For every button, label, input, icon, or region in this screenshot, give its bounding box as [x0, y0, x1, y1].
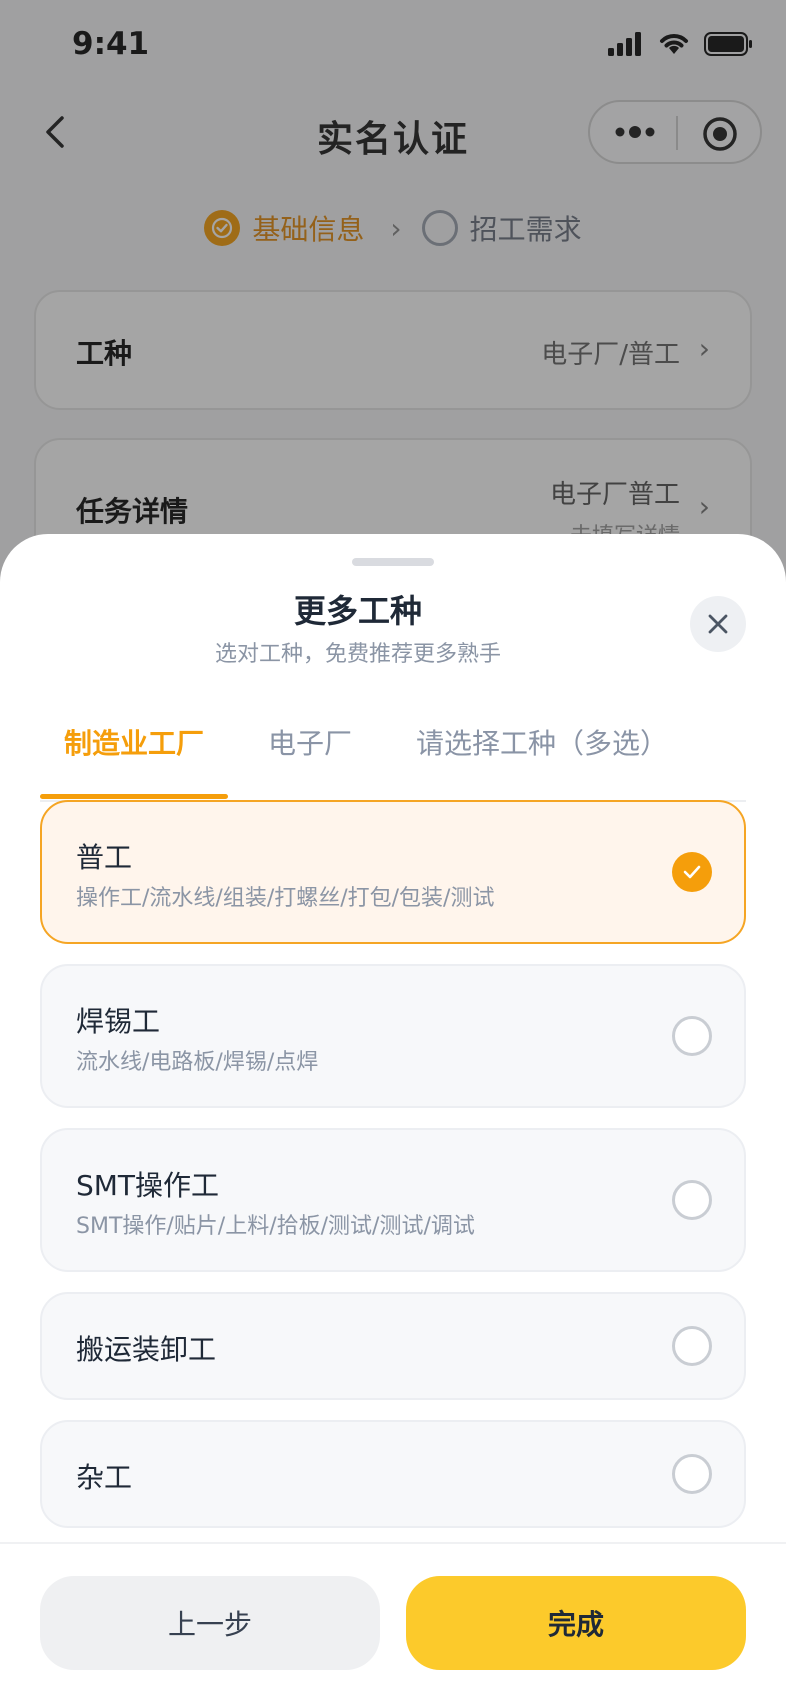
option-desc: 流水线/电路板/焊锡/点焊 — [76, 1050, 319, 1075]
close-button[interactable] — [690, 596, 746, 652]
option-porter[interactable]: 搬运装卸工 — [40, 1292, 746, 1400]
sheet-title: 更多工种 — [293, 592, 422, 630]
tab-electronics[interactable]: 电子厂 — [268, 722, 352, 762]
sheet-handle[interactable] — [352, 558, 434, 566]
sheet-subtitle: 选对工种，免费推荐更多熟手 — [214, 642, 501, 667]
option-name: SMT操作工 — [76, 1169, 220, 1202]
option-name: 普工 — [76, 841, 133, 874]
tab-select-job[interactable]: 请选择工种（多选） — [416, 722, 668, 762]
radio-icon — [672, 1016, 712, 1056]
done-button[interactable]: 完成 — [406, 1576, 746, 1670]
option-general-worker[interactable]: 普工 操作工/流水线/组装/打螺丝/打包/包装/测试 — [40, 800, 746, 944]
radio-icon — [672, 1326, 712, 1366]
tab-manufacturing[interactable]: 制造业工厂 — [64, 722, 204, 762]
check-icon — [672, 852, 712, 892]
option-desc: SMT操作/贴片/上料/拾板/测试/测试/调试 — [76, 1214, 475, 1239]
prev-step-button[interactable]: 上一步 — [40, 1576, 380, 1670]
radio-icon — [672, 1180, 712, 1220]
option-smt-operator[interactable]: SMT操作工 SMT操作/贴片/上料/拾板/测试/测试/调试 — [40, 1128, 746, 1272]
job-type-sheet: 更多工种 选对工种，免费推荐更多熟手 制造业工厂 电子厂 请选择工种（多选） 普… — [0, 534, 786, 1704]
footer-actions: 上一步 完成 — [0, 1542, 786, 1706]
tab-active-indicator — [40, 794, 228, 799]
close-icon — [708, 614, 728, 634]
category-tabs: 制造业工厂 电子厂 请选择工种（多选） — [40, 694, 746, 802]
radio-icon — [672, 1454, 712, 1494]
option-desc: 操作工/流水线/组装/打螺丝/打包/包装/测试 — [76, 886, 495, 911]
option-handyman[interactable]: 杂工 — [40, 1420, 746, 1528]
option-name: 杂工 — [76, 1461, 133, 1494]
option-name: 搬运装卸工 — [76, 1333, 217, 1366]
option-solderer[interactable]: 焊锡工 流水线/电路板/焊锡/点焊 — [40, 964, 746, 1108]
option-name: 焊锡工 — [76, 1005, 161, 1038]
